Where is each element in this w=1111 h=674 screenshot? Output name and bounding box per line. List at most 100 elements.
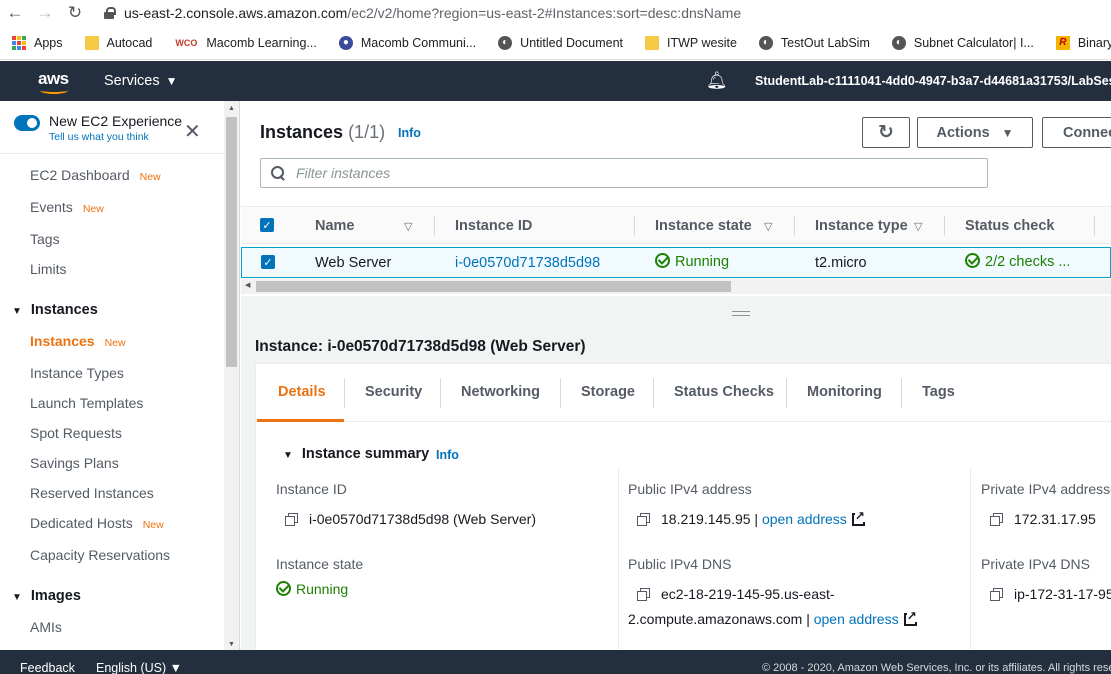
scroll-left-icon[interactable]: ◀ [245, 281, 250, 289]
tab-security[interactable]: Security [365, 384, 422, 400]
wco-icon: WCO [175, 37, 198, 48]
lock-icon[interactable] [104, 7, 116, 19]
sidebar-scrollbar[interactable]: ▲ ▼ [224, 101, 239, 650]
tab-separator [786, 378, 787, 408]
public-dns-label: Public IPv4 DNS [628, 556, 732, 572]
table-row[interactable]: ✓ Web Server i-0e0570d71738d5d98 Running… [241, 247, 1111, 278]
tab-storage[interactable]: Storage [581, 384, 635, 400]
sidebar-section-images[interactable]: ▼ Images [12, 588, 81, 604]
refresh-button[interactable]: ↻ [862, 117, 910, 148]
copy-icon[interactable] [990, 588, 1003, 601]
feedback-link[interactable]: Tell us what you think [49, 131, 182, 143]
bookmark-subnet-calculator[interactable]: ◐ Subnet Calculator| I... [891, 35, 1044, 50]
sidebar-item-events[interactable]: Events New [30, 199, 104, 215]
feedback-link[interactable]: Feedback [20, 661, 75, 674]
cell-status-check[interactable]: 2/2 checks ... [965, 253, 1070, 270]
open-address-link[interactable]: open address [814, 611, 899, 627]
copy-icon[interactable] [285, 513, 298, 526]
info-link[interactable]: Info [436, 448, 459, 462]
scroll-up-icon[interactable]: ▲ [228, 105, 235, 112]
table-horizontal-scrollbar[interactable]: ◀ [241, 279, 1111, 294]
column-header-name[interactable]: Name ▽ [315, 218, 412, 234]
public-dns-value-line1: ec2-18-219-145-95.us-east- [637, 586, 835, 602]
tab-monitoring[interactable]: Monitoring [807, 384, 882, 400]
sidebar-item-dedicated-hosts[interactable]: Dedicated Hosts New [30, 515, 164, 531]
bookmark-binary-to-hex[interactable]: R Binary to Hex Con [1055, 35, 1111, 50]
new-badge: New [82, 203, 104, 215]
instance-detail-panel: Details Security Networking Storage Stat… [255, 363, 1111, 650]
tab-tags[interactable]: Tags [922, 384, 955, 400]
bookmark-autocad[interactable]: Autocad [84, 35, 163, 50]
back-arrow-icon[interactable]: ← [0, 0, 30, 26]
sidebar-item-instance-types[interactable]: Instance Types [30, 365, 124, 381]
instance-summary-header[interactable]: ▼ Instance summary [283, 446, 429, 462]
split-drag-handle-icon[interactable] [732, 311, 750, 316]
close-icon[interactable]: ✕ [184, 119, 201, 144]
external-link-icon[interactable] [903, 610, 917, 626]
url-field[interactable]: us-east-2.console.aws.amazon.com/ec2/v2/… [124, 5, 741, 21]
scroll-down-icon[interactable]: ▼ [228, 641, 235, 648]
tab-status-checks[interactable]: Status Checks [674, 384, 774, 400]
tab-details[interactable]: Details [278, 384, 326, 400]
column-header-status-check[interactable]: Status check [965, 218, 1054, 234]
sidebar-item-savings-plans[interactable]: Savings Plans [30, 455, 119, 471]
bookmark-label: Subnet Calculator| I... [913, 35, 1034, 50]
bookmark-untitled-document[interactable]: ◐ Untitled Document [498, 35, 633, 50]
sidebar-section-instances[interactable]: ▼ Instances [12, 302, 98, 318]
connect-button[interactable]: Connect [1042, 117, 1111, 148]
account-menu[interactable]: StudentLab-c1111041-4dd0-4947-b3a7-d4468… [755, 74, 1111, 88]
sort-caret-icon[interactable]: ▽ [764, 220, 772, 233]
scrollbar-thumb[interactable] [226, 117, 237, 367]
copy-icon[interactable] [637, 588, 650, 601]
reload-icon[interactable]: ↻ [60, 0, 90, 26]
check-circle-icon [655, 253, 670, 268]
select-all-checkbox[interactable]: ✓ [260, 218, 274, 232]
row-checkbox[interactable]: ✓ [261, 255, 275, 269]
sidebar-item-amis[interactable]: AMIs [30, 619, 62, 635]
globe-icon: ◐ [758, 35, 773, 50]
column-separator [794, 216, 795, 236]
sidebar-item-spot-requests[interactable]: Spot Requests [30, 425, 122, 441]
sidebar-item-ec2-dashboard[interactable]: EC2 Dashboard New [30, 167, 161, 183]
forward-arrow-icon[interactable]: → [30, 0, 60, 26]
bell-icon[interactable]: 🔔︎ [706, 71, 728, 91]
sidebar-item-tags[interactable]: Tags [30, 231, 60, 247]
actions-button[interactable]: Actions ▼ [917, 117, 1033, 148]
aws-logo[interactable]: aws [38, 66, 72, 96]
sort-caret-icon[interactable]: ▽ [914, 220, 922, 233]
caret-down-icon: ▼ [283, 450, 293, 461]
copy-icon[interactable] [637, 513, 650, 526]
sidebar-item-capacity-reservations[interactable]: Capacity Reservations [30, 547, 170, 563]
sort-caret-icon[interactable]: ▽ [404, 220, 412, 233]
scrollbar-thumb[interactable] [256, 281, 731, 292]
bookmark-itwp-website[interactable]: ITWP wesite [645, 35, 747, 50]
tab-networking[interactable]: Networking [461, 384, 540, 400]
cell-instance-id-link[interactable]: i-0e0570d71738d5d98 [455, 255, 600, 271]
cell-name: Web Server [315, 255, 392, 271]
column-header-instance-state[interactable]: Instance state ▽ [655, 218, 772, 234]
bookmark-macomb-learning[interactable]: WCO Macomb Learning... [174, 36, 326, 50]
column-header-instance-type[interactable]: Instance type ▽ [815, 218, 922, 234]
services-menu[interactable]: Services ▼ [104, 73, 178, 89]
bookmark-apps[interactable]: Apps [12, 35, 73, 50]
sidebar-item-limits[interactable]: Limits [30, 261, 67, 277]
copy-icon[interactable] [990, 513, 1003, 526]
new-badge: New [104, 337, 126, 349]
info-link[interactable]: Info [398, 126, 421, 140]
open-address-link[interactable]: open address [762, 511, 847, 527]
language-selector[interactable]: English (US) ▼ [96, 661, 182, 674]
instance-id-value: i-0e0570d71738d5d98 (Web Server) [285, 511, 536, 527]
caret-down-icon: ▼ [1001, 125, 1014, 140]
bookmark-testout-labsim[interactable]: ◐ TestOut LabSim [758, 35, 880, 50]
new-experience-toggle[interactable] [14, 115, 40, 131]
external-link-icon[interactable] [851, 510, 865, 526]
sidebar-item-launch-templates[interactable]: Launch Templates [30, 395, 143, 411]
column-header-instance-id[interactable]: Instance ID [455, 218, 532, 234]
tab-separator [653, 378, 654, 408]
bookmark-macomb-community[interactable]: ● Macomb Communi... [338, 35, 486, 50]
sidebar: New EC2 Experience Tell us what you thin… [0, 101, 240, 650]
filter-instances-input[interactable]: Filter instances [260, 158, 988, 188]
sidebar-item-instances[interactable]: Instances New [30, 333, 126, 349]
bookmark-label: Untitled Document [520, 35, 623, 50]
sidebar-item-reserved-instances[interactable]: Reserved Instances [30, 485, 154, 501]
